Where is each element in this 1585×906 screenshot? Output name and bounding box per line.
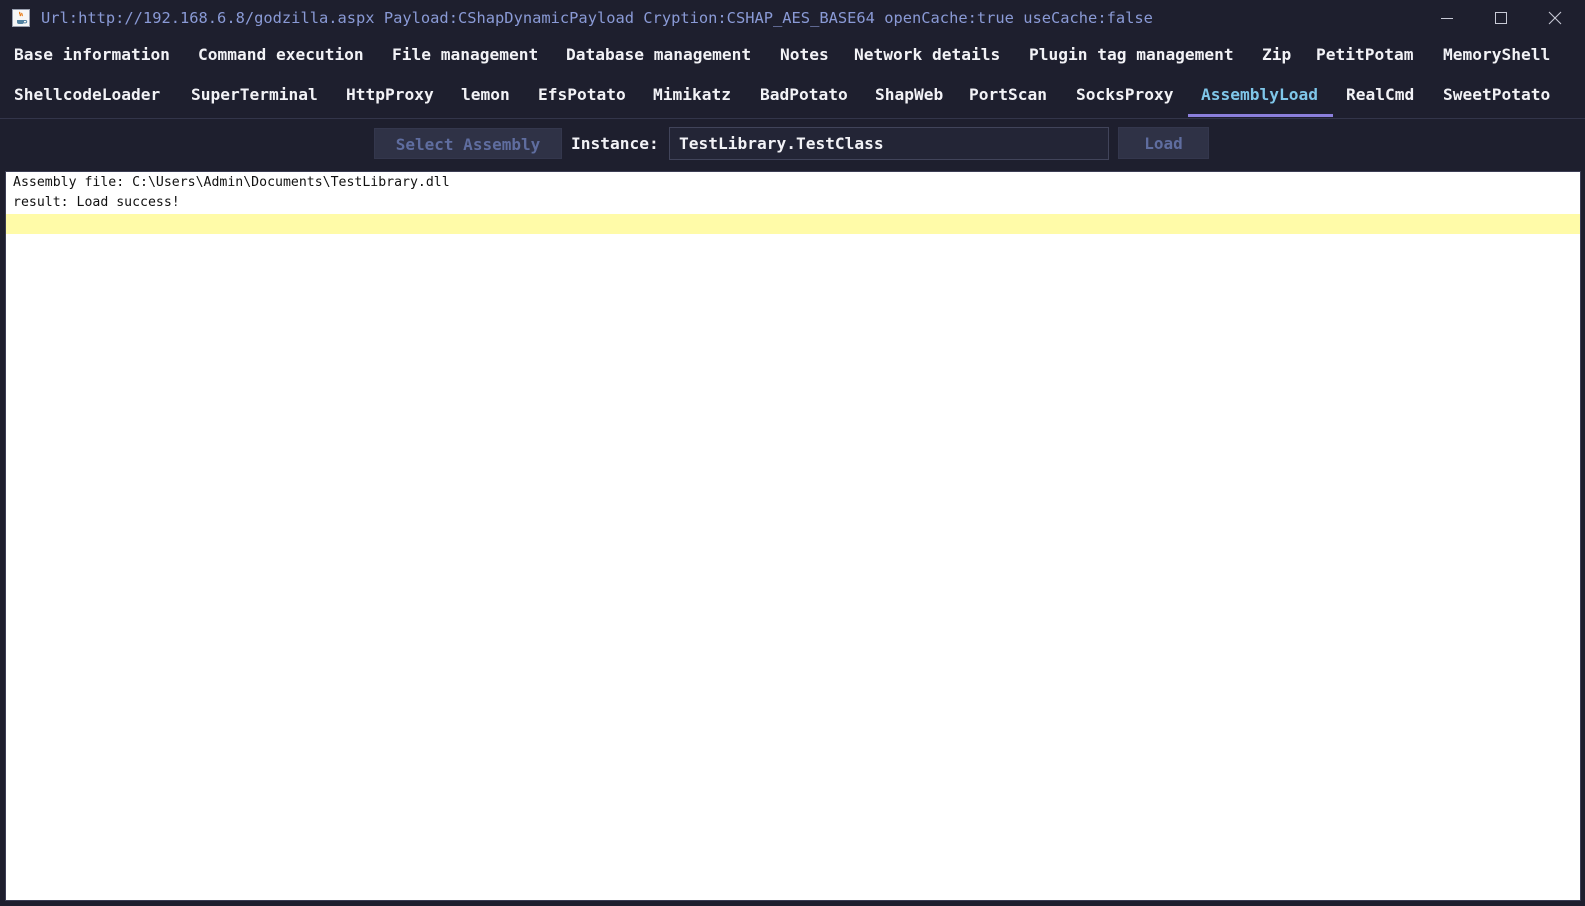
tab-portscan[interactable]: PortScan [956, 76, 1060, 116]
tab-realcmd[interactable]: RealCmd [1333, 76, 1427, 116]
close-icon [1548, 11, 1562, 25]
tab-notes[interactable]: Notes [767, 36, 842, 76]
main-window: Url:http://192.168.6.8/godzilla.aspx Pay… [0, 0, 1585, 906]
tab-petitpotam[interactable]: PetitPotam [1303, 36, 1426, 76]
tab-row-1: Base information Command execution File … [0, 36, 1585, 76]
tab-socksproxy[interactable]: SocksProxy [1063, 76, 1186, 116]
tab-memoryshell[interactable]: MemoryShell [1430, 36, 1563, 76]
minimize-icon [1441, 18, 1453, 19]
output-line: Assembly file: C:\Users\Admin\Documents\… [13, 175, 450, 190]
window-title: Url:http://192.168.6.8/godzilla.aspx Pay… [41, 9, 1153, 27]
tab-efspotato[interactable]: EfsPotato [525, 76, 639, 116]
tab-database-management[interactable]: Database management [553, 36, 764, 76]
tab-mimikatz[interactable]: Mimikatz [640, 76, 744, 116]
tab-assemblyload[interactable]: AssemblyLoad [1188, 76, 1333, 117]
close-button[interactable] [1528, 0, 1582, 36]
tab-row-2: ShellcodeLoader SuperTerminal HttpProxy … [0, 76, 1585, 117]
output-line: result: Load success! [13, 195, 180, 210]
tab-superterminal[interactable]: SuperTerminal [178, 76, 331, 116]
tab-command-execution[interactable]: Command execution [185, 36, 377, 76]
tab-shapweb[interactable]: ShapWeb [862, 76, 956, 116]
tab-httpproxy[interactable]: HttpProxy [333, 76, 447, 116]
load-button[interactable]: Load [1118, 127, 1209, 159]
select-assembly-button[interactable]: Select Assembly [374, 128, 562, 159]
title-bar[interactable]: Url:http://192.168.6.8/godzilla.aspx Pay… [0, 0, 1585, 36]
tab-lemon[interactable]: lemon [448, 76, 523, 116]
current-line-highlight [6, 214, 1580, 234]
minimize-button[interactable] [1420, 0, 1474, 36]
tab-base-information[interactable]: Base information [1, 36, 183, 76]
result-output[interactable]: Assembly file: C:\Users\Admin\Documents\… [5, 171, 1581, 901]
tab-plugin-tag-management[interactable]: Plugin tag management [1016, 36, 1247, 76]
maximize-icon [1495, 12, 1507, 24]
tab-badpotato[interactable]: BadPotato [747, 76, 861, 116]
instance-input[interactable]: TestLibrary.TestClass [669, 127, 1109, 160]
tab-network-details[interactable]: Network details [841, 36, 1013, 76]
tab-sweetpotato[interactable]: SweetPotato [1430, 76, 1563, 116]
tab-shellcodeloader[interactable]: ShellcodeLoader [1, 76, 173, 116]
instance-label: Instance: [571, 134, 659, 153]
assembly-toolbar: Select Assembly Instance: TestLibrary.Te… [0, 119, 1585, 169]
tab-zip[interactable]: Zip [1249, 36, 1304, 76]
java-cup-icon [12, 9, 30, 27]
tab-file-management[interactable]: File management [379, 36, 551, 76]
maximize-button[interactable] [1474, 0, 1528, 36]
